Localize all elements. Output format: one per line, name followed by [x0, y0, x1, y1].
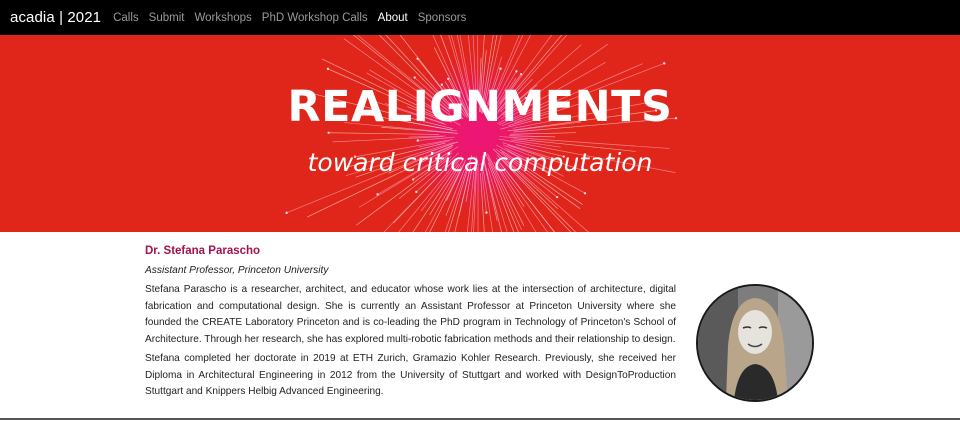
starburst-dot [485, 211, 488, 214]
speaker-profile: Dr. Stefana Parascho Assistant Professor… [0, 232, 960, 422]
nav-link-workshops[interactable]: Workshops [194, 12, 251, 24]
hero-subtitle: toward critical computation [307, 148, 653, 177]
top-navbar: acadia | 2021 Calls Submit Workshops PhD… [0, 0, 960, 35]
starburst-dot [555, 195, 559, 199]
nav-link-submit[interactable]: Submit [149, 12, 185, 24]
bio-paragraph-1: Stefana Parascho is a researcher, archit… [145, 284, 676, 345]
starburst-dot [515, 70, 518, 73]
nav-link-calls[interactable]: Calls [113, 12, 139, 24]
starburst-dot [413, 76, 416, 79]
starburst-dot [446, 77, 450, 81]
nav-link-sponsors[interactable]: Sponsors [418, 12, 467, 24]
nav-link-phd-workshop-calls[interactable]: PhD Workshop Calls [262, 12, 368, 24]
nav-links: Calls Submit Workshops PhD Workshop Call… [113, 12, 476, 24]
starburst-dot [415, 190, 418, 194]
speaker-name: Dr. Stefana Parascho [145, 245, 261, 257]
starburst-dot [326, 67, 330, 71]
starburst-dot [411, 178, 415, 181]
starburst-dot [416, 139, 420, 142]
starburst-dot [663, 62, 666, 65]
bio-paragraph-2: Stefana completed her doctorate in 2019 … [145, 353, 676, 398]
starburst-graphic [285, 35, 678, 232]
hero-banner: REALIGNMENTS toward critical computation [0, 35, 960, 232]
site-brand[interactable]: acadia | 2021 [10, 9, 101, 26]
starburst-dot [285, 211, 288, 215]
footer-divider [0, 418, 960, 420]
nav-link-about[interactable]: About [378, 12, 408, 24]
speaker-portrait [696, 284, 814, 402]
starburst-dot [499, 67, 502, 70]
starburst-dot [583, 192, 587, 195]
starburst-dot [376, 193, 379, 196]
hero-title: REALIGNMENTS [287, 82, 673, 132]
speaker-role: Assistant Professor, Princeton Universit… [145, 265, 329, 276]
